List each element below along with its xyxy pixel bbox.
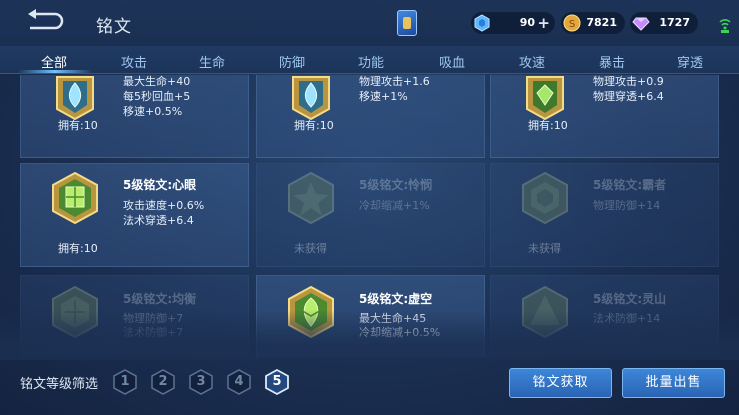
inscription-card[interactable]: 5级铭文:虚空 最大生命+45 冷却缩减+0.5% xyxy=(256,275,485,357)
level-number: 4 xyxy=(234,374,244,389)
stat-line: 移速+0.5% xyxy=(123,105,183,118)
wifi-signal-icon xyxy=(719,19,731,33)
owned-count: 拥有:10 xyxy=(58,242,98,255)
level-number: 5 xyxy=(272,374,282,389)
bulk-sell-button[interactable]: 批量出售 xyxy=(622,368,725,398)
gold-coin-icon: S xyxy=(563,14,581,32)
owned-status: 未获得 xyxy=(294,242,327,255)
owned-status: 未获得 xyxy=(528,242,561,255)
level-number: 3 xyxy=(196,374,206,389)
tab-defense[interactable]: 防御 xyxy=(268,52,316,71)
tab-lifesteal[interactable]: 吸血 xyxy=(428,52,476,71)
tab-attack[interactable]: 攻击 xyxy=(110,52,158,71)
stat-line: 物理攻击+1.6 xyxy=(359,75,430,88)
stat-line: 每5秒回血+5 xyxy=(123,90,191,103)
purple-diamond-icon xyxy=(632,17,650,31)
currency-purple-diamond: 1727 xyxy=(630,12,698,34)
blue-teardrop-gem-icon xyxy=(292,76,330,121)
tab-penetration[interactable]: 穿透 xyxy=(666,52,714,71)
inscription-name: 5级铭文:虚空 xyxy=(359,292,433,306)
green-star-gem-icon xyxy=(288,172,334,224)
currency-gold-coin: S 7821 xyxy=(561,12,625,34)
tab-health[interactable]: 生命 xyxy=(188,52,236,71)
green-hex-gem-icon xyxy=(522,286,568,338)
tab-critical[interactable]: 暴击 xyxy=(588,52,636,71)
svg-text:S: S xyxy=(569,19,575,30)
currency-value: 7821 xyxy=(586,16,617,29)
level-filter-3[interactable]: 3 xyxy=(189,369,213,395)
green-hex-gem-icon xyxy=(52,286,98,338)
page-title: 铭文 xyxy=(96,17,132,37)
level-number: 1 xyxy=(120,374,130,389)
stat-line: 物理防御+14 xyxy=(593,199,661,212)
tab-attack-speed[interactable]: 攻速 xyxy=(508,52,556,71)
inscription-card-locked[interactable]: 5级铭文:霸者 物理防御+14 未获得 xyxy=(490,163,719,267)
level-filter-label: 铭文等级筛选 xyxy=(20,377,99,392)
tab-utility[interactable]: 功能 xyxy=(347,52,395,71)
green-crest-gem-icon xyxy=(288,286,334,338)
inscription-card-locked[interactable]: 5级铭文:怜悯 冷却缩减+1% 未获得 xyxy=(256,163,485,267)
stat-line: 物理攻击+0.9 xyxy=(593,75,664,88)
currency-value: 90 xyxy=(519,16,535,29)
green-hex-gem-icon xyxy=(522,172,568,224)
stat-line: 法术防御+7 xyxy=(123,326,184,339)
card-icon[interactable] xyxy=(397,10,417,36)
inscription-name: 5级铭文:心眼 xyxy=(123,178,197,192)
currency-blue-gem: 90 + xyxy=(471,12,555,34)
inscription-name: 5级铭文:灵山 xyxy=(593,292,667,306)
stat-line: 移速+1% xyxy=(359,90,408,103)
stat-line: 法术穿透+6.4 xyxy=(123,214,194,227)
inscription-card-locked[interactable]: 5级铭文:均衡 物理防御+7 法术防御+7 xyxy=(20,275,249,357)
active-tab-indicator xyxy=(18,70,92,73)
tab-all[interactable]: 全部 xyxy=(30,52,78,71)
add-currency-icon[interactable]: + xyxy=(537,14,550,32)
inscription-grid: 最大生命+40 每5秒回血+5 移速+0.5% 拥有:10 物理攻击+1.6 移… xyxy=(0,75,739,357)
blue-teardrop-gem-icon xyxy=(56,76,94,121)
owned-count: 拥有:10 xyxy=(58,119,98,132)
category-tabs: 全部 攻击 生命 防御 功能 吸血 攻速 暴击 穿透 xyxy=(0,46,739,74)
inscription-card[interactable]: 物理攻击+0.9 物理穿透+6.4 拥有:10 xyxy=(490,75,719,158)
level-filter-1[interactable]: 1 xyxy=(113,369,137,395)
inscription-card[interactable]: 最大生命+40 每5秒回血+5 移速+0.5% 拥有:10 xyxy=(20,75,249,158)
stat-line: 冷却缩减+0.5% xyxy=(359,326,441,339)
level-number: 2 xyxy=(158,374,168,389)
inscription-card[interactable]: 5级铭文:心眼 攻击速度+0.6% 法术穿透+6.4 拥有:10 xyxy=(20,163,249,267)
inscription-name: 5级铭文:怜悯 xyxy=(359,178,433,192)
stat-line: 冷却缩减+1% xyxy=(359,199,430,212)
level-filter-2[interactable]: 2 xyxy=(151,369,175,395)
owned-count: 拥有:10 xyxy=(528,119,568,132)
stat-line: 物理穿透+6.4 xyxy=(593,90,664,103)
inscription-card[interactable]: 物理攻击+1.6 移速+1% 拥有:10 xyxy=(256,75,485,158)
stat-line: 法术防御+14 xyxy=(593,312,661,325)
inscription-name: 5级铭文:霸者 xyxy=(593,178,667,192)
inscription-card-locked[interactable]: 5级铭文:灵山 法术防御+14 xyxy=(490,275,719,357)
blue-gem-icon xyxy=(474,14,490,32)
green-square-gem-icon xyxy=(52,172,98,224)
back-arrow-icon[interactable] xyxy=(22,8,64,32)
level-filter-4[interactable]: 4 xyxy=(227,369,251,395)
level-filter-5[interactable]: 5 xyxy=(265,369,289,395)
green-leaf-gem-icon xyxy=(526,76,564,121)
stat-line: 最大生命+40 xyxy=(123,75,191,88)
owned-count: 拥有:10 xyxy=(294,119,334,132)
obtain-inscription-button[interactable]: 铭文获取 xyxy=(509,368,612,398)
currency-value: 1727 xyxy=(659,16,690,29)
inscription-name: 5级铭文:均衡 xyxy=(123,292,197,306)
stat-line: 攻击速度+0.6% xyxy=(123,199,205,212)
top-bar: 铭文 90 + S 7821 1727 xyxy=(0,0,739,46)
